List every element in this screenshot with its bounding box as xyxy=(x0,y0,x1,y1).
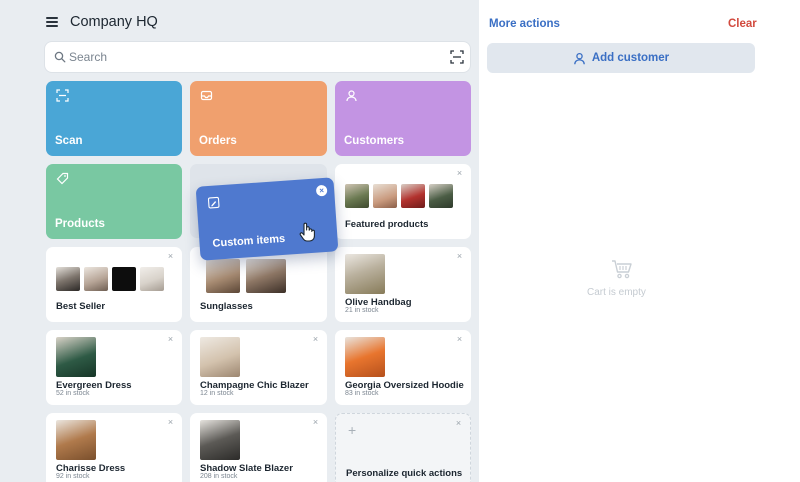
remove-icon[interactable]: × xyxy=(166,252,175,261)
collection-name: Featured products xyxy=(345,219,429,230)
product-image xyxy=(56,420,96,460)
scan-icon xyxy=(56,89,69,102)
remove-icon[interactable]: × xyxy=(166,418,175,427)
product-card[interactable]: × Olive Handbag 21 in stock xyxy=(335,247,471,322)
inbox-icon xyxy=(200,90,213,101)
product-image xyxy=(200,337,240,377)
product-card[interactable]: × Georgia Oversized Hoodie 83 in stock xyxy=(335,330,471,405)
personalize-quick-actions[interactable]: + × Personalize quick actions xyxy=(335,413,471,482)
product-card[interactable]: × Evergreen Dress 52 in stock xyxy=(46,330,182,405)
best-seller-card[interactable]: × Best Seller xyxy=(46,247,182,322)
user-icon xyxy=(346,90,357,102)
product-image xyxy=(246,259,286,293)
personalize-label: Personalize quick actions xyxy=(346,468,463,479)
tag-icon xyxy=(56,172,69,185)
product-image xyxy=(429,184,453,208)
menu-icon[interactable] xyxy=(46,17,58,27)
remove-icon[interactable]: × xyxy=(455,252,464,261)
product-image xyxy=(345,337,385,377)
product-stock: 21 in stock xyxy=(345,307,379,314)
plus-icon: + xyxy=(348,422,357,438)
product-stock: 52 in stock xyxy=(56,390,90,397)
thumbnail-strip xyxy=(206,259,286,293)
featured-products-card[interactable]: × Featured products xyxy=(335,164,471,239)
product-stock: 12 in stock xyxy=(200,390,234,397)
clear-cart-link[interactable]: Clear xyxy=(728,18,757,30)
remove-icon[interactable]: × xyxy=(166,335,175,344)
top-bar: Company HQ xyxy=(46,13,158,31)
custom-items-tile[interactable]: × Custom items xyxy=(195,177,339,261)
orders-label: Orders xyxy=(199,135,237,147)
product-image xyxy=(84,267,108,291)
cart-empty-text: Cart is empty xyxy=(587,287,646,298)
remove-icon[interactable]: × xyxy=(315,184,328,197)
thumbnail-strip xyxy=(345,184,453,208)
products-label: Products xyxy=(55,218,105,230)
customers-label: Customers xyxy=(344,135,405,147)
user-icon xyxy=(573,52,585,64)
search-icon xyxy=(54,51,66,63)
add-customer-button[interactable]: Add customer xyxy=(487,43,755,73)
product-image xyxy=(140,267,164,291)
search-placeholder: Search xyxy=(69,50,108,64)
shopping-cart-icon xyxy=(612,260,632,279)
remove-icon[interactable]: × xyxy=(311,335,320,344)
product-image xyxy=(56,267,80,291)
edit-icon xyxy=(207,196,220,209)
thumbnail-strip xyxy=(56,267,164,291)
remove-icon[interactable]: × xyxy=(455,169,464,178)
product-card[interactable]: × Champagne Chic Blazer 12 in stock xyxy=(190,330,327,405)
products-tile[interactable]: Products xyxy=(46,164,182,239)
hand-cursor-icon xyxy=(299,222,315,242)
remove-icon[interactable]: × xyxy=(311,418,320,427)
customers-tile[interactable]: Customers xyxy=(335,81,471,156)
product-stock: 208 in stock xyxy=(200,473,238,480)
collection-name: Sunglasses xyxy=(200,301,253,312)
product-image xyxy=(56,337,96,377)
product-stock: 83 in stock xyxy=(345,390,379,397)
scan-tile[interactable]: Scan xyxy=(46,81,182,156)
product-image xyxy=(345,184,369,208)
more-actions-link[interactable]: More actions xyxy=(489,18,560,30)
add-customer-label: Add customer xyxy=(591,52,670,64)
product-image xyxy=(345,254,385,294)
product-card[interactable]: × Charisse Dress 92 in stock xyxy=(46,413,182,482)
orders-tile[interactable]: Orders xyxy=(190,81,327,156)
barcode-scan-icon[interactable] xyxy=(450,50,464,64)
product-image xyxy=(373,184,397,208)
remove-icon[interactable]: × xyxy=(455,335,464,344)
product-image xyxy=(112,267,136,291)
remove-icon[interactable]: × xyxy=(454,419,463,428)
custom-items-label: Custom items xyxy=(212,232,286,250)
product-card[interactable]: × Shadow Slate Blazer 208 in stock xyxy=(190,413,327,482)
app-title: Company HQ xyxy=(70,14,158,30)
product-image xyxy=(206,259,240,293)
product-stock: 92 in stock xyxy=(56,473,90,480)
collection-name: Best Seller xyxy=(56,301,106,312)
product-image xyxy=(401,184,425,208)
scan-label: Scan xyxy=(55,135,83,147)
product-image xyxy=(200,420,240,460)
search-input[interactable]: Search xyxy=(45,42,470,72)
